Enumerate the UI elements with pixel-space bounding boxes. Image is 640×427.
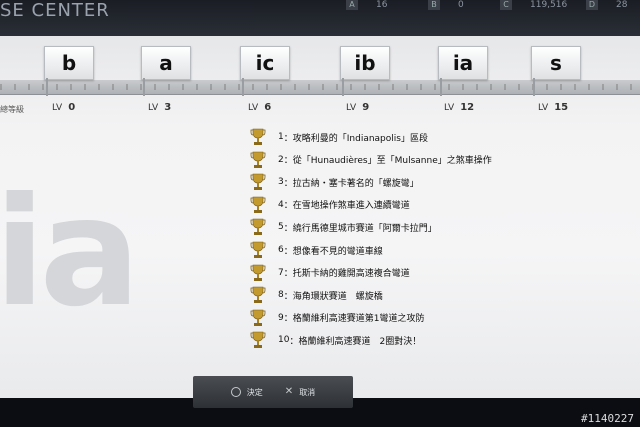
license-flag-b[interactable]: b xyxy=(44,46,94,80)
mission-title: 托斯卡納的雞開高速複合彎道 xyxy=(292,269,410,280)
mission-title: 攻略利曼的「Indianapolis」區段 xyxy=(292,133,428,144)
photo-id: #1140227 xyxy=(581,412,634,425)
trophy-icon xyxy=(250,218,266,236)
license-level-s: LV 15 xyxy=(538,102,569,113)
mission-separator: ： xyxy=(283,269,293,280)
flag-pole xyxy=(46,78,48,96)
confirm-button[interactable]: 決定 xyxy=(230,387,263,398)
rank-label: 總等級 xyxy=(0,105,24,114)
page-title: SE CENTER xyxy=(0,0,110,21)
level-stat: D 28 xyxy=(586,0,627,10)
mission-separator: ： xyxy=(283,223,293,234)
trophy-icon xyxy=(250,128,266,146)
license-flag-a[interactable]: a xyxy=(141,46,191,80)
cancel-button[interactable]: ✕ 取消 xyxy=(285,387,315,398)
trophy-icon xyxy=(250,309,266,327)
controls-bar: 決定 ✕ 取消 xyxy=(193,376,353,408)
mission-separator: ： xyxy=(283,291,293,302)
trophy-icon xyxy=(250,151,266,169)
license-flag-ia[interactable]: ia xyxy=(438,46,488,80)
mission-separator: ： xyxy=(283,156,293,167)
trophy-icon xyxy=(250,286,266,304)
mission-separator: ： xyxy=(283,314,293,325)
flag-pole xyxy=(143,78,145,96)
flag-pole xyxy=(533,78,535,96)
trophy-icon xyxy=(250,264,266,282)
mission-separator: ： xyxy=(283,246,293,257)
rail-markers xyxy=(0,84,640,90)
mission-title: 拉古納・塞卡著名的「螺旋彎」 xyxy=(292,178,419,189)
license-level-ia: LV 12 xyxy=(444,102,475,113)
mission-title: 繞行馬德里城市賽道「阿爾卡拉門」 xyxy=(292,223,437,234)
cross-button-icon: ✕ xyxy=(284,386,294,397)
license-watermark: ia xyxy=(0,166,141,340)
mission-separator: ： xyxy=(289,336,299,347)
flag-pole xyxy=(342,78,344,96)
level-icon: D xyxy=(586,0,598,10)
mission-item[interactable]: 10：格蘭維利高速賽道 2圈對決！ xyxy=(250,330,421,350)
mission-title: 格蘭維利高速賽道 2圈對決！ xyxy=(298,336,422,347)
circle-button-icon xyxy=(230,387,241,397)
mission-item[interactable]: 6：想像看不見的彎道車線 xyxy=(250,240,383,260)
mission-title: 海角環狀賽道 螺旋橋 xyxy=(292,291,383,302)
trophy-icon xyxy=(250,241,266,259)
header-bar: SE CENTER A 16 B0 C 119,516 D 28 xyxy=(0,0,640,36)
mission-item[interactable]: 1：攻略利曼的「Indianapolis」區段 xyxy=(250,127,428,147)
flag-pole xyxy=(242,78,244,96)
license-flag-ic[interactable]: ic xyxy=(240,46,290,80)
trophy-icon xyxy=(250,173,266,191)
stat-a: A 16 xyxy=(346,0,387,10)
license-flag-s[interactable]: s xyxy=(531,46,581,80)
mission-title: 格蘭維利高速賽道第1彎道之攻防 xyxy=(292,314,425,325)
mission-title: 在雪地操作煞車進入連續彎道 xyxy=(292,201,410,212)
license-level-ic: LV 6 xyxy=(248,102,272,113)
credits-stat: C 119,516 xyxy=(500,0,567,10)
mission-title: 想像看不見的彎道車線 xyxy=(292,246,383,257)
mission-item[interactable]: 8：海角環狀賽道 螺旋橋 xyxy=(250,285,383,305)
license-level-ib: LV 9 xyxy=(346,102,370,113)
license-flag-ib[interactable]: ib xyxy=(340,46,390,80)
mission-item[interactable]: 5：繞行馬德里城市賽道「阿爾卡拉門」 xyxy=(250,217,437,237)
stat-b: B0 xyxy=(428,0,464,10)
flag-pole xyxy=(440,78,442,96)
mission-title: 從「Hunaudières」至「Mulsanne」之煞車操作 xyxy=(292,156,492,167)
mission-separator: ： xyxy=(283,201,293,212)
mission-separator: ： xyxy=(283,133,293,144)
license-level-a: LV 3 xyxy=(148,102,172,113)
license-level-b: LV 0 xyxy=(52,102,76,113)
mission-item[interactable]: 4：在雪地操作煞車進入連續彎道 xyxy=(250,195,410,215)
mission-item[interactable]: 3：拉古納・塞卡著名的「螺旋彎」 xyxy=(250,172,419,192)
mission-item[interactable]: 7：托斯卡納的雞開高速複合彎道 xyxy=(250,263,410,283)
trophy-icon xyxy=(250,331,266,349)
mission-number: 10 xyxy=(278,335,290,346)
trophy-icon xyxy=(250,196,266,214)
mission-separator: ： xyxy=(283,178,293,189)
credits-icon: C xyxy=(500,0,512,10)
mission-item[interactable]: 9：格蘭維利高速賽道第1彎道之攻防 xyxy=(250,308,424,328)
mission-item[interactable]: 2：從「Hunaudières」至「Mulsanne」之煞車操作 xyxy=(250,150,492,170)
